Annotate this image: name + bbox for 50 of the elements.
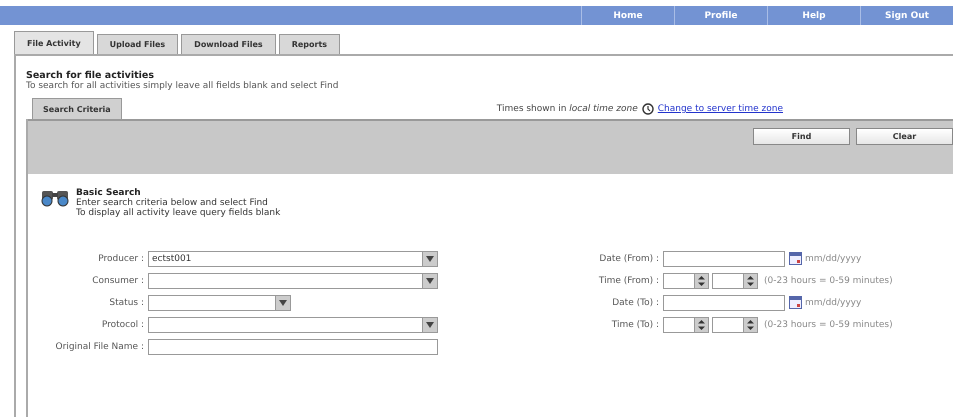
time-spinner-field[interactable]: [663, 316, 709, 332]
field-label: Date (From) :: [598, 254, 660, 264]
input-field[interactable]: [148, 338, 438, 354]
date-field[interactable]: [663, 294, 785, 310]
date-field[interactable]: [663, 250, 785, 266]
action-button[interactable]: Clear: [856, 128, 953, 145]
field-label: Producer :: [97, 254, 145, 264]
spinner-arrows-icon: [694, 318, 708, 332]
timezone-note: Times shown in local time zone: [496, 104, 638, 114]
timezone-link[interactable]: Change to server time zone: [658, 104, 783, 114]
dropdown-arrow-icon: [426, 322, 434, 328]
page-description: To search for all activities simply leave all fields blank and select Find: [26, 81, 340, 91]
field-label: Consumer :: [91, 276, 145, 286]
tab[interactable]: Reports: [278, 34, 340, 54]
time-spinner-field[interactable]: [663, 272, 709, 288]
instruction-text: To display all activity leave query fields blank: [76, 208, 280, 218]
field-label: Protocol :: [100, 320, 145, 330]
action-button[interactable]: Find: [753, 128, 850, 145]
page-heading: Search for file activities: [26, 70, 155, 81]
binoculars-icon: [40, 188, 70, 208]
calendar-icon[interactable]: [789, 296, 802, 309]
time-range-hint: (0-23 hours = 0-59 minutes): [764, 276, 893, 286]
dropdown-field[interactable]: [148, 272, 438, 288]
tab[interactable]: Search Criteria: [32, 98, 122, 119]
spinner-arrows-icon: [694, 274, 708, 288]
date-format-hint: mm/dd/yyyy: [805, 298, 862, 308]
instruction-text: Enter search criteria below and select Find: [76, 198, 269, 208]
field-label: Status :: [108, 298, 145, 308]
tab[interactable]: File Activity: [14, 31, 94, 54]
spinner-arrows-icon: [743, 274, 757, 288]
field-label: Time (From) :: [598, 276, 660, 286]
calendar-icon[interactable]: [789, 252, 802, 265]
time-range-hint: (0-23 hours = 0-59 minutes): [764, 320, 893, 330]
time-spinner-field[interactable]: [712, 316, 758, 332]
clock-icon: [642, 103, 654, 115]
dropdown-arrow-icon: [426, 278, 434, 284]
field-label: Date (To) :: [611, 298, 660, 308]
tab[interactable]: Download Files: [181, 34, 276, 54]
date-format-hint: mm/dd/yyyy: [805, 254, 862, 264]
dropdown-field[interactable]: [148, 316, 438, 332]
dropdown-field[interactable]: [148, 294, 291, 310]
dropdown-arrow-icon: [279, 300, 287, 306]
section-title: Basic Search: [76, 188, 142, 198]
dropdown-field[interactable]: ectst001: [148, 250, 438, 266]
tab[interactable]: Upload Files: [96, 34, 178, 54]
field-label: Original File Name :: [54, 342, 145, 352]
dropdown-arrow-icon: [426, 256, 434, 262]
spinner-arrows-icon: [743, 318, 757, 332]
time-spinner-field[interactable]: [712, 272, 758, 288]
field-label: Time (To) :: [610, 320, 660, 330]
